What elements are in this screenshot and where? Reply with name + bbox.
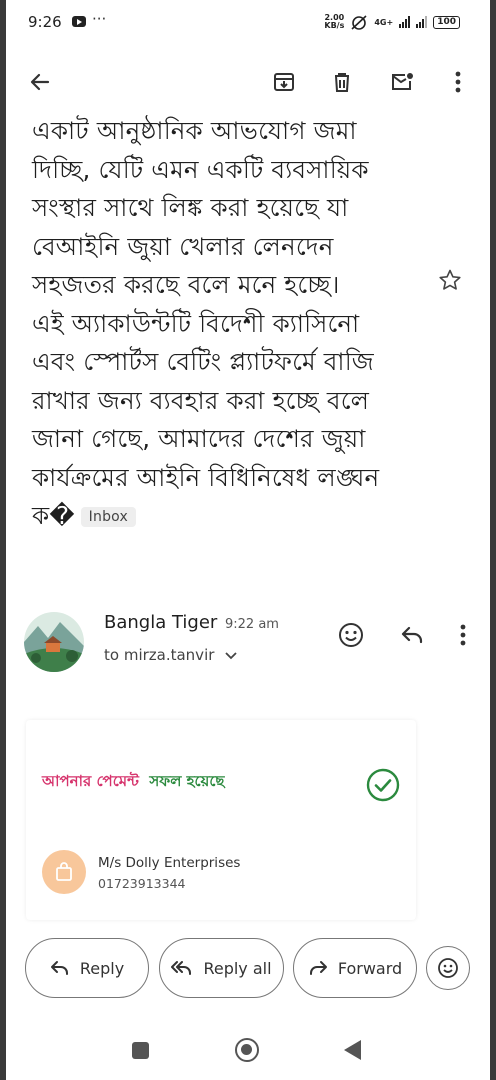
mark-unread-icon (392, 73, 413, 90)
more-vert-icon (455, 71, 461, 93)
body-line: ক� (32, 501, 75, 530)
payment-status-title: আপনার পেমেন্ট সফল হয়েছে (42, 770, 224, 795)
system-nav-bar (6, 1010, 490, 1080)
landscape-avatar-image (24, 612, 84, 672)
email-toolbar (6, 58, 490, 106)
emoji-icon (339, 623, 363, 647)
recipient-line: to mirza.tanvir (104, 646, 215, 664)
reply-icon (401, 626, 423, 644)
body-line: এবং স্পোর্টস বেটিং প্ল্যাটফর্মে বাজি (32, 347, 374, 376)
body-line: সহজতর করছে বলে মনে হচ্ছে। (32, 270, 340, 299)
check-circle-icon (366, 768, 400, 802)
network-type: 4G+ (374, 17, 394, 27)
payment-title-part1: আপনার পেমেন্ট (42, 772, 139, 790)
merchant-phone: 01723913344 (98, 876, 186, 891)
recipient-details-toggle[interactable]: to mirza.tanvir (104, 646, 237, 664)
body-line: বেআইনি জুয়া খেলার লেনদেন (32, 231, 334, 261)
battery-icon: 100 (433, 15, 460, 29)
payment-title-part2: সফল হয়েছে (149, 772, 225, 790)
signal-1-icon (399, 16, 411, 28)
add-reaction-button[interactable] (336, 620, 366, 650)
reply-icon (50, 961, 68, 975)
body-line: এই অ্যাকাউন্টটি বিদেশী ক্যাসিনো (32, 308, 360, 338)
sender-name[interactable]: Bangla Tiger (104, 612, 217, 633)
emoji-reaction-button[interactable] (426, 946, 470, 990)
body-line: দিচ্ছি, যেটি এমন একটি ব্যবসায়িক (32, 154, 369, 184)
emoji-icon (438, 958, 458, 978)
more-notifications-icon: ··· (92, 10, 107, 28)
body-last-line: ক� Inbox (32, 497, 430, 536)
home-button[interactable] (235, 1038, 259, 1062)
recent-apps-button[interactable] (132, 1042, 149, 1059)
reply-all-button[interactable]: Reply all (159, 938, 284, 998)
status-time: 9:26 (28, 13, 62, 31)
signal-2-icon (416, 16, 428, 28)
payment-card: আপনার পেমেন্ট সফল হয়েছে M/s Dolly Enter… (26, 720, 416, 920)
more-options-button[interactable] (440, 64, 476, 100)
device-frame-right (490, 0, 496, 1080)
star-button[interactable] (438, 268, 462, 296)
sender-avatar[interactable] (24, 612, 84, 672)
message-more-button[interactable] (448, 620, 478, 650)
reply-all-icon (171, 961, 192, 975)
status-bar: 9:26 ··· 2.00 KB/s 4G+ 100 (6, 0, 490, 46)
body-line: রাখার জন্য ব্যবহার করা হচ্ছে বলে (32, 385, 370, 415)
reply-actions: Reply Reply all Forward (6, 938, 490, 1002)
archive-button[interactable] (266, 64, 302, 100)
delete-icon (335, 73, 349, 92)
merchant-name: M/s Dolly Enterprises (98, 855, 241, 871)
reply-button[interactable]: Reply (25, 938, 149, 998)
email-body: একাট আনুষ্ঠানিক আভযোগ জমা দিচ্ছি, যেটি এ… (32, 112, 430, 536)
merchant-avatar (42, 850, 86, 894)
body-line: কার্যক্রমের আইনি বিধিনিষেধ লঙ্ঘন (32, 462, 380, 492)
inbox-label-chip[interactable]: Inbox (80, 507, 136, 527)
quick-reply-button[interactable] (397, 620, 427, 650)
more-vert-icon (460, 624, 466, 646)
phone-screen: 9:26 ··· 2.00 KB/s 4G+ 100 একাট আনুষ্ঠান… (6, 0, 490, 1080)
back-button[interactable] (22, 64, 58, 100)
forward-label: Forward (337, 958, 403, 978)
archive-icon (274, 73, 294, 91)
delete-button[interactable] (324, 64, 360, 100)
status-right-group: 2.00 KB/s 4G+ 100 (324, 14, 460, 30)
body-line: একাট আনুষ্ঠানিক আভযোগ জমা (32, 116, 357, 145)
forward-button[interactable]: Forward (293, 938, 417, 998)
forward-icon (309, 961, 327, 975)
mark-unread-button[interactable] (384, 64, 420, 100)
net-speed: 2.00 KB/s (324, 14, 344, 30)
back-arrow-icon (30, 73, 50, 91)
shopping-bag-icon (56, 862, 72, 881)
youtube-notification-icon (72, 16, 86, 27)
alarm-off-icon (351, 15, 367, 30)
star-icon (439, 269, 461, 290)
body-line: সংস্থার সাথে লিঙ্ক করা হয়েছে যা (32, 193, 349, 222)
body-line: জানা গেছে, আমাদের দেশের জুয়া (32, 424, 366, 453)
system-back-button[interactable] (344, 1040, 361, 1060)
sent-time: 9:22 am (225, 617, 279, 632)
reply-all-label: Reply all (203, 958, 272, 978)
net-speed-unit: KB/s (324, 21, 345, 30)
chevron-down-icon (225, 651, 237, 659)
reply-label: Reply (79, 958, 125, 978)
